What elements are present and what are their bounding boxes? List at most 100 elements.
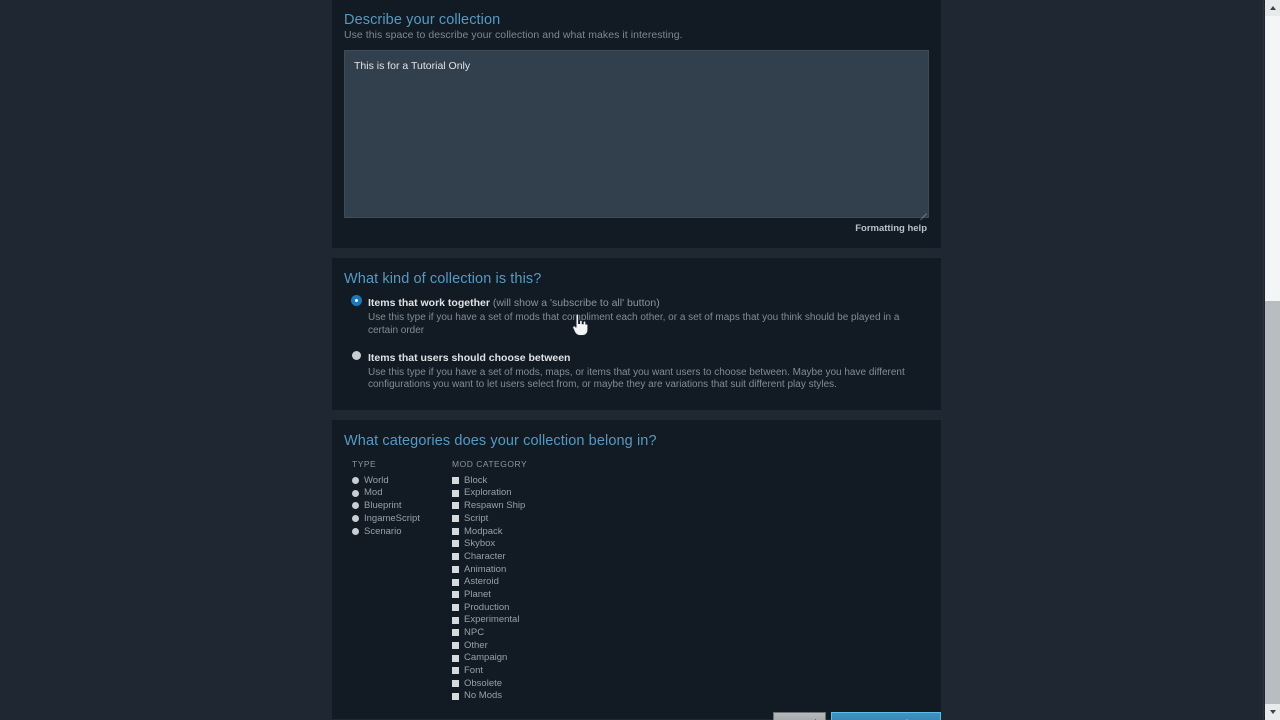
radio-icon-mod[interactable] [352, 489, 359, 497]
radio-icon-choose-between[interactable] [352, 350, 361, 360]
checkbox-icon-npc[interactable] [452, 629, 459, 637]
mod-category-option-font[interactable]: Font [452, 665, 602, 678]
mod-category-option-obsolete[interactable]: Obsolete [452, 677, 602, 690]
checkbox-icon-script[interactable] [452, 515, 459, 523]
checkbox-icon-character[interactable] [452, 553, 459, 561]
mod-category-option-label: Planet [464, 588, 491, 600]
collection-kind-option-choose-between[interactable]: Items that users should choose between U… [344, 348, 929, 393]
mod-category-option-block[interactable]: Block [452, 474, 602, 487]
radio-icon-work-together[interactable] [352, 296, 361, 305]
type-option-blueprint[interactable]: Blueprint [352, 500, 452, 513]
checkbox-icon-block[interactable] [452, 477, 459, 485]
scrollbar-track-lower[interactable] [1265, 301, 1280, 704]
mod-category-option-exploration[interactable]: Exploration [452, 487, 602, 500]
scrollbar-up-button[interactable] [1265, 0, 1280, 16]
type-option-label: Blueprint [364, 500, 402, 512]
checkbox-icon-animation[interactable] [452, 565, 459, 573]
checkbox-icon-other[interactable] [452, 641, 459, 649]
description-textarea-wrapper [344, 50, 929, 221]
collection-kind-option-description: Use this type if you have a set of mods … [368, 312, 900, 336]
mod-category-option-skybox[interactable]: Skybox [452, 538, 602, 551]
mod-category-option-label: Character [464, 550, 506, 562]
describe-collection-panel: Describe your collection Use this space … [332, 0, 941, 248]
option-title-note: (will show a 'subscribe to all' button) [489, 297, 660, 309]
type-option-ingamescript[interactable]: IngameScript [352, 512, 452, 525]
checkbox-icon-font[interactable] [452, 667, 459, 675]
mod-category-option-planet[interactable]: Planet [452, 588, 602, 601]
mod-category-option-campaign[interactable]: Campaign [452, 652, 602, 665]
checkbox-icon-asteroid[interactable] [452, 578, 459, 586]
type-option-world[interactable]: World [352, 474, 452, 487]
radio-icon-world[interactable] [352, 477, 359, 485]
collection-kind-option-description: Use this type if you have a set of mods,… [368, 366, 905, 391]
mod-category-option-character[interactable]: Character [452, 550, 602, 563]
steam-workshop-collection-form: Describe your collection Use this space … [0, 0, 1280, 720]
page-scrollbar[interactable] [1263, 0, 1280, 720]
checkbox-icon-exploration[interactable] [452, 489, 459, 497]
chevron-down-icon [1269, 710, 1276, 714]
checkbox-icon-skybox[interactable] [452, 540, 459, 548]
mod-category-column-title: MOD CATEGORY [452, 459, 528, 470]
collection-kind-option-texts: Items that users should choose between U… [368, 348, 929, 393]
checkbox-icon-experimental[interactable] [452, 616, 459, 624]
chevron-up-icon [1269, 6, 1276, 10]
radio-icon-ingamescript[interactable] [352, 515, 359, 523]
mod-category-option-label: Exploration [464, 487, 512, 499]
mod-category-option-label: Production [464, 601, 510, 613]
mod-category-option-modpack[interactable]: Modpack [452, 525, 602, 538]
mod-category-option-label: Modpack [464, 525, 503, 537]
radio-icon-scenario[interactable] [352, 527, 359, 535]
collection-kind-panel: What kind of collection is this? Items t… [332, 258, 941, 411]
type-column: TYPE World Mod Blueprint IngameScript Sc… [352, 459, 452, 702]
mod-category-option-label: NPC [464, 627, 485, 639]
categories-columns: TYPE World Mod Blueprint IngameScript Sc… [344, 459, 929, 702]
save-and-continue-button[interactable]: Save and Continue [831, 712, 941, 720]
mod-category-option-other[interactable]: Other [452, 639, 602, 652]
mod-category-column: MOD CATEGORY Block Exploration Respawn S… [452, 459, 602, 702]
mod-category-option-label: Asteroid [464, 576, 499, 588]
form-column: Describe your collection Use this space … [332, 0, 941, 720]
mod-category-option-label: Skybox [464, 538, 496, 550]
mod-category-option-npc[interactable]: NPC [452, 626, 602, 639]
checkbox-icon-campaign[interactable] [452, 654, 459, 662]
type-option-label: IngameScript [364, 512, 420, 524]
type-option-mod[interactable]: Mod [352, 487, 452, 500]
option-title-text: Items that work together [368, 297, 490, 309]
checkbox-icon-respawn-ship[interactable] [452, 502, 459, 510]
categories-heading: What categories does your collection bel… [344, 433, 657, 450]
checkbox-icon-no-mods[interactable] [452, 692, 459, 700]
type-option-label: World [364, 474, 389, 486]
collection-kind-option-title: Items that users should choose between [368, 352, 570, 364]
scrollbar-down-button[interactable] [1265, 704, 1280, 720]
collection-kind-option-title: Items that work together (will show a 's… [368, 297, 660, 309]
formatting-help-link[interactable]: Formatting help [344, 218, 929, 234]
description-textarea[interactable] [344, 50, 929, 218]
mod-category-option-label: Obsolete [464, 677, 503, 689]
type-option-label: Scenario [364, 525, 402, 537]
mod-category-option-list: Block Exploration Respawn Ship Script Mo… [452, 474, 602, 702]
scrollbar-thumb[interactable] [1265, 16, 1280, 301]
mod-category-option-no-mods[interactable]: No Mods [452, 690, 602, 703]
collection-kind-heading: What kind of collection is this? [344, 271, 542, 287]
mod-category-option-label: Font [464, 665, 484, 677]
collection-kind-option-work-together[interactable]: Items that work together (will show a 's… [344, 293, 929, 338]
mod-category-option-animation[interactable]: Animation [452, 563, 602, 576]
mod-category-option-respawn-ship[interactable]: Respawn Ship [452, 500, 602, 513]
mod-category-option-script[interactable]: Script [452, 512, 602, 525]
describe-heading: Describe your collection [344, 12, 501, 28]
mod-category-option-experimental[interactable]: Experimental [452, 614, 602, 627]
mod-category-option-label: Experimental [464, 614, 520, 626]
mod-category-option-asteroid[interactable]: Asteroid [452, 576, 602, 589]
radio-icon-blueprint[interactable] [352, 502, 359, 510]
type-option-scenario[interactable]: Scenario [352, 525, 452, 538]
mod-category-option-production[interactable]: Production [452, 601, 602, 614]
mod-category-option-label: Campaign [464, 652, 508, 664]
checkbox-icon-planet[interactable] [452, 591, 459, 599]
checkbox-icon-production[interactable] [452, 603, 459, 611]
checkbox-icon-obsolete[interactable] [452, 680, 459, 688]
mod-category-option-label: Block [464, 474, 488, 486]
mod-category-option-label: Animation [464, 563, 507, 575]
form-action-bar: Cancel Save and Continue [332, 712, 941, 720]
cancel-button[interactable]: Cancel [773, 712, 826, 720]
checkbox-icon-modpack[interactable] [452, 527, 459, 535]
